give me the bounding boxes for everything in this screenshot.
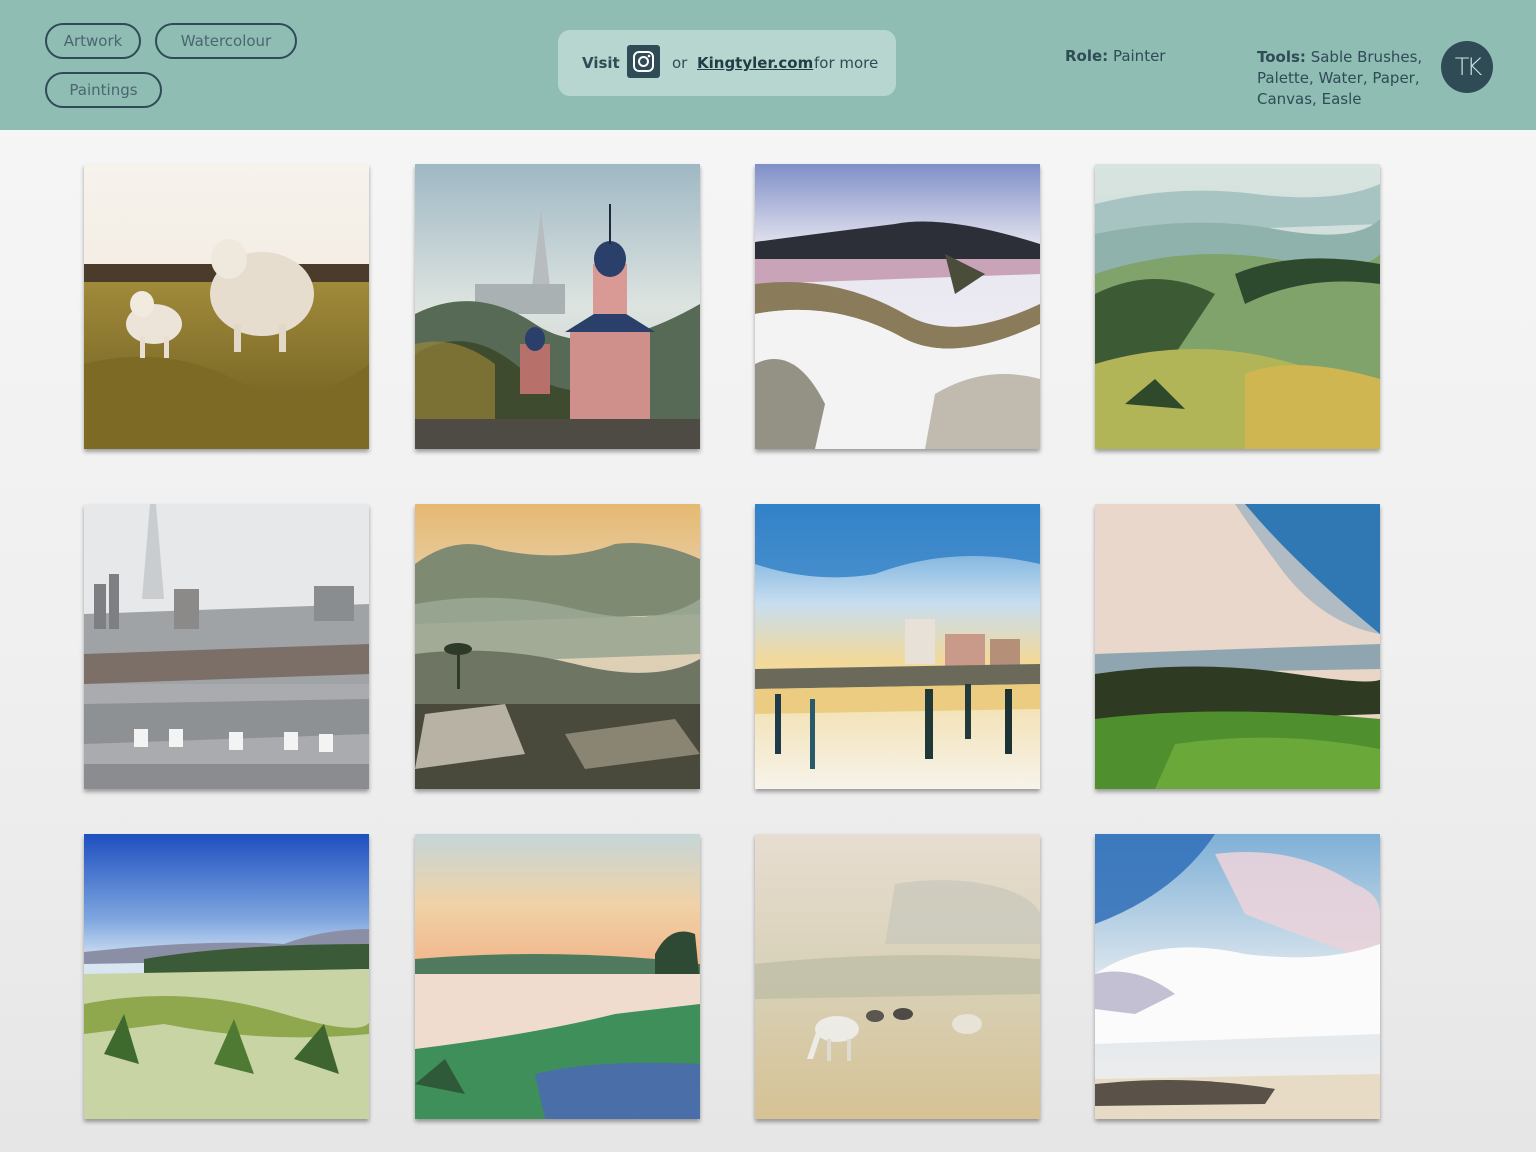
painting-sheep-and-lamb[interactable] [84,164,369,449]
sunset-river-painting-image [415,834,700,1119]
visit-box: Visit or Kingtyler.com for more [558,30,896,96]
green-field-painting-image [1095,504,1380,789]
instagram-icon[interactable] [627,45,660,78]
top-header: Artwork Watercolour Paintings Visit or K… [0,0,1536,130]
tools-info: Tools: Sable Brushes, Palette, Water, Pa… [1257,47,1427,110]
painting-clouds-green-field[interactable] [1095,504,1380,789]
tk-logo[interactable]: TK [1441,41,1493,93]
tag-watercolour[interactable]: Watercolour [155,23,297,59]
grazing-horses-painting-image [755,834,1040,1119]
snowy-hills-painting-image [755,164,1040,449]
or-label: or [672,54,688,72]
misty-town-painting-image [415,504,700,789]
tag-paintings[interactable]: Paintings [45,72,162,108]
painting-paris-rooftops[interactable] [84,504,369,789]
painting-misty-mountain-town[interactable] [415,504,700,789]
role-info: Role: Painter [1065,47,1165,65]
painting-blue-sky-meadow[interactable] [84,834,369,1119]
website-link[interactable]: Kingtyler.com [697,54,813,72]
painting-bright-sky-clouds[interactable] [1095,834,1380,1119]
bright-sky-painting-image [1095,834,1380,1119]
church-painting-image [415,164,700,449]
tools-label: Tools: [1257,48,1306,66]
visit-label: Visit [582,54,620,72]
blue-sky-meadow-painting-image [84,834,369,1119]
painting-church-tower[interactable] [415,164,700,449]
painting-harbour-reflection[interactable] [755,504,1040,789]
harbour-painting-image [755,504,1040,789]
paris-rooftops-painting-image [84,504,369,789]
painting-sunset-river[interactable] [415,834,700,1119]
role-label: Role: [1065,47,1109,65]
tag-artwork[interactable]: Artwork [45,23,141,59]
role-value: Painter [1112,47,1166,65]
sheep-painting-image [84,164,369,449]
painting-green-valley[interactable] [1095,164,1380,449]
green-valley-painting-image [1095,164,1380,449]
for-more-label: for more [814,54,879,72]
painting-grazing-horses[interactable] [755,834,1040,1119]
painting-snowy-hills[interactable] [755,164,1040,449]
